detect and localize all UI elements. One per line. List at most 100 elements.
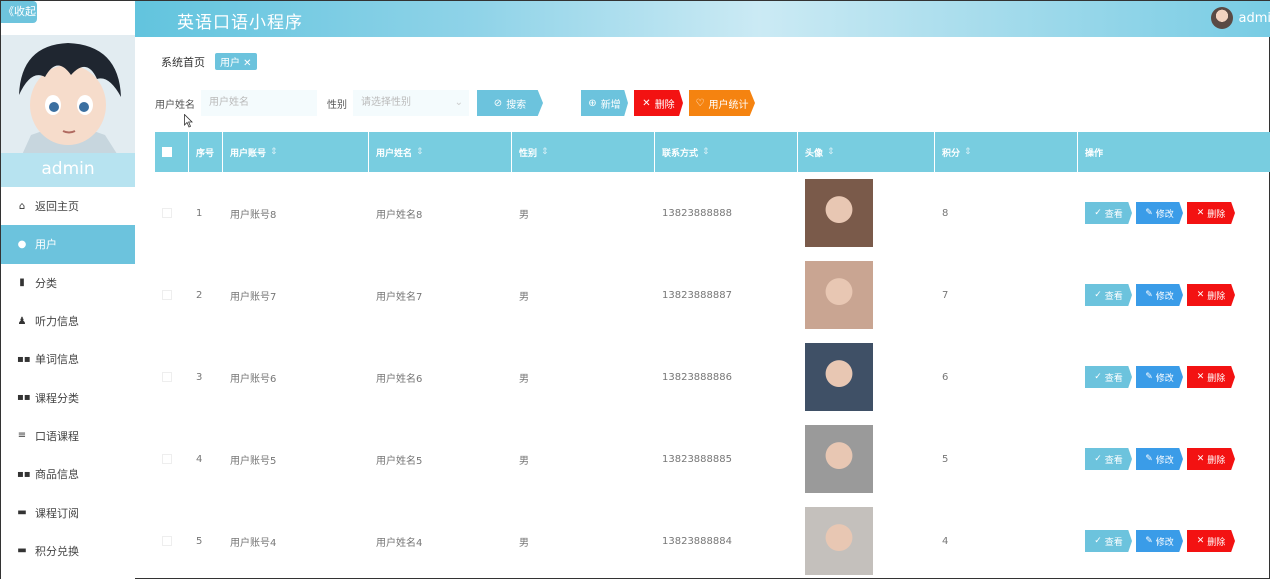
row-checkbox[interactable] bbox=[162, 208, 172, 218]
close-icon: ✕ bbox=[1196, 454, 1205, 464]
sort-icon[interactable]: ⇕ bbox=[270, 147, 278, 157]
name-cell: 用户姓名8 bbox=[376, 209, 423, 221]
sidebar-item-7[interactable]: ▪▪ 商品信息 bbox=[1, 455, 135, 493]
sidebar-item-label: 课程分类 bbox=[35, 391, 79, 405]
tab-user[interactable]: 用户 ✕ bbox=[215, 53, 257, 70]
breadcrumb-home[interactable]: 系统首页 bbox=[161, 54, 205, 70]
actions-cell: ✓ 查看 ✎ 修改 ✕ 删除 bbox=[1078, 500, 1270, 579]
account-cell: 用户账号4 bbox=[230, 537, 277, 549]
home-icon: ⌂ bbox=[18, 200, 26, 212]
phone-cell: 13823888884 bbox=[662, 535, 732, 547]
check-icon: ✓ bbox=[1094, 372, 1102, 382]
column-header-label: 用户姓名 bbox=[376, 148, 413, 159]
phone-cell: 13823888886 bbox=[662, 371, 732, 383]
gender-select[interactable]: 请选择性别 ⌄ bbox=[353, 90, 469, 116]
points-cell: 5 bbox=[942, 453, 949, 465]
sort-icon[interactable]: ⇕ bbox=[541, 147, 549, 157]
edit-row-button[interactable]: ✎ 修改 bbox=[1136, 448, 1183, 470]
view-row-button[interactable]: ✓ 查看 bbox=[1085, 202, 1132, 224]
column-header-label: 头像 bbox=[805, 148, 824, 159]
delete-row-button[interactable]: ✕ 删除 bbox=[1187, 366, 1235, 388]
delete-row-button[interactable]: ✕ 删除 bbox=[1187, 284, 1235, 306]
edit-row-button[interactable]: ✎ 修改 bbox=[1136, 366, 1183, 388]
row-checkbox[interactable] bbox=[162, 454, 172, 464]
avatar-cell bbox=[798, 172, 935, 254]
view-row-button[interactable]: ✓ 查看 bbox=[1085, 284, 1132, 306]
collapse-button[interactable]: 《收起 bbox=[1, 1, 37, 23]
user-avatar-image[interactable] bbox=[805, 507, 873, 575]
view-row-button[interactable]: ✓ 查看 bbox=[1085, 530, 1132, 552]
sort-icon[interactable]: ⇕ bbox=[964, 147, 972, 157]
sidebar-item-3[interactable]: ♟ 听力信息 bbox=[1, 302, 135, 340]
table-header: 序号 用户账号 ⇕ 用户姓名 ⇕ 性别 ⇕ 联系方式 ⇕ 头像 ⇕ 积分 ⇕ 操作 bbox=[155, 132, 1270, 172]
delete-row-button[interactable]: ✕ 删除 bbox=[1187, 448, 1235, 470]
delete-row-button[interactable]: ✕ 删除 bbox=[1187, 202, 1235, 224]
user-avatar-image[interactable] bbox=[805, 343, 873, 411]
edit-row-button-label: 修改 bbox=[1155, 455, 1174, 466]
user-avatar-image[interactable] bbox=[805, 425, 873, 493]
column-header-label: 用户账号 bbox=[230, 148, 267, 159]
name-search-input[interactable]: 用户姓名 bbox=[201, 90, 317, 116]
edit-icon: ✎ bbox=[1145, 208, 1153, 218]
sidebar-item-6[interactable]: ≡ 口语课程 bbox=[1, 417, 135, 455]
column-header-label: 序号 bbox=[196, 148, 215, 159]
delete-row-button-label: 删除 bbox=[1207, 537, 1226, 548]
column-header-6[interactable]: 头像 ⇕ bbox=[798, 132, 935, 172]
edit-icon: ✎ bbox=[1145, 372, 1153, 382]
row-select-cell bbox=[155, 500, 189, 579]
view-row-button[interactable]: ✓ 查看 bbox=[1085, 366, 1132, 388]
sort-icon[interactable]: ⇕ bbox=[702, 147, 710, 157]
sidebar-item-5[interactable]: ▪▪ 课程分类 bbox=[1, 378, 135, 416]
delete-button[interactable]: ✕ 删除 bbox=[634, 90, 683, 116]
edit-row-button[interactable]: ✎ 修改 bbox=[1136, 530, 1183, 552]
column-header-5[interactable]: 联系方式 ⇕ bbox=[655, 132, 798, 172]
column-header-4[interactable]: 性别 ⇕ bbox=[512, 132, 655, 172]
column-header-3[interactable]: 用户姓名 ⇕ bbox=[369, 132, 512, 172]
chat-icon: ▬ bbox=[17, 545, 27, 557]
row-select-cell bbox=[155, 172, 189, 254]
sidebar-item-4[interactable]: ▪▪ 单词信息 bbox=[1, 340, 135, 378]
grid-icon: ▪▪ bbox=[17, 392, 31, 404]
sidebar-item-9[interactable]: ▬ 积分兑换 bbox=[1, 532, 135, 570]
avatar-cell bbox=[798, 336, 935, 418]
sidebar-item-label: 商品信息 bbox=[35, 468, 79, 482]
phone-cell: 13823888888 bbox=[662, 207, 732, 219]
row-checkbox[interactable] bbox=[162, 290, 172, 300]
user-menu[interactable]: admi bbox=[1210, 7, 1270, 29]
add-button[interactable]: ⊕ 新增 bbox=[581, 90, 628, 116]
delete-row-button[interactable]: ✕ 删除 bbox=[1187, 530, 1235, 552]
edit-row-button[interactable]: ✎ 修改 bbox=[1136, 284, 1183, 306]
sidebar-item-2[interactable]: ▮ 分类 bbox=[1, 264, 135, 302]
edit-row-button-label: 修改 bbox=[1155, 537, 1174, 548]
gender-select-placeholder: 请选择性别 bbox=[361, 97, 411, 108]
column-header-label: 性别 bbox=[519, 148, 538, 159]
search-button[interactable]: ⊘ 搜索 bbox=[477, 90, 543, 116]
table-row: 2 用户账号7 用户姓名7 男 13823888887 7 ✓ 查看 ✎ 修改 ✕ 删除 bbox=[155, 254, 1270, 336]
column-header-7[interactable]: 积分 ⇕ bbox=[935, 132, 1078, 172]
user-stat-button[interactable]: ♡ 用户统计 bbox=[689, 90, 755, 116]
sidebar-menu: ⌂ 返回主页 ● 用户 ▮ 分类 ♟ 听力信息 ▪▪ 单词信息 ▪▪ 课程分类 ≡ 口语课程 ▪▪ 商品信息 ▬… bbox=[1, 187, 135, 570]
delete-row-button-label: 删除 bbox=[1207, 291, 1226, 302]
edit-row-button[interactable]: ✎ 修改 bbox=[1136, 202, 1183, 224]
column-header-2[interactable]: 用户账号 ⇕ bbox=[223, 132, 369, 172]
column-header-1: 序号 bbox=[189, 132, 223, 172]
gender-cell: 男 bbox=[519, 373, 529, 385]
gender-cell: 男 bbox=[519, 537, 529, 549]
check-icon: ✓ bbox=[1094, 208, 1102, 218]
delete-row-button-label: 删除 bbox=[1207, 373, 1226, 384]
sidebar-item-8[interactable]: ▬ 课程订阅 bbox=[1, 493, 135, 531]
select-all-checkbox[interactable] bbox=[162, 147, 172, 157]
user-avatar[interactable] bbox=[1210, 7, 1233, 29]
user-name[interactable]: admi bbox=[1239, 11, 1270, 26]
user-avatar-image[interactable] bbox=[805, 261, 873, 329]
view-row-button[interactable]: ✓ 查看 bbox=[1085, 448, 1132, 470]
close-icon: ✕ bbox=[1196, 290, 1205, 300]
row-checkbox[interactable] bbox=[162, 536, 172, 546]
sidebar-item-label: 积分兑换 bbox=[35, 544, 79, 558]
row-checkbox[interactable] bbox=[162, 372, 172, 382]
sort-icon[interactable]: ⇕ bbox=[416, 147, 424, 157]
sidebar-item-0[interactable]: ⌂ 返回主页 bbox=[1, 187, 135, 225]
sort-icon[interactable]: ⇕ bbox=[827, 147, 835, 157]
sidebar-item-1[interactable]: ● 用户 bbox=[1, 225, 135, 264]
user-avatar-image[interactable] bbox=[805, 179, 873, 247]
